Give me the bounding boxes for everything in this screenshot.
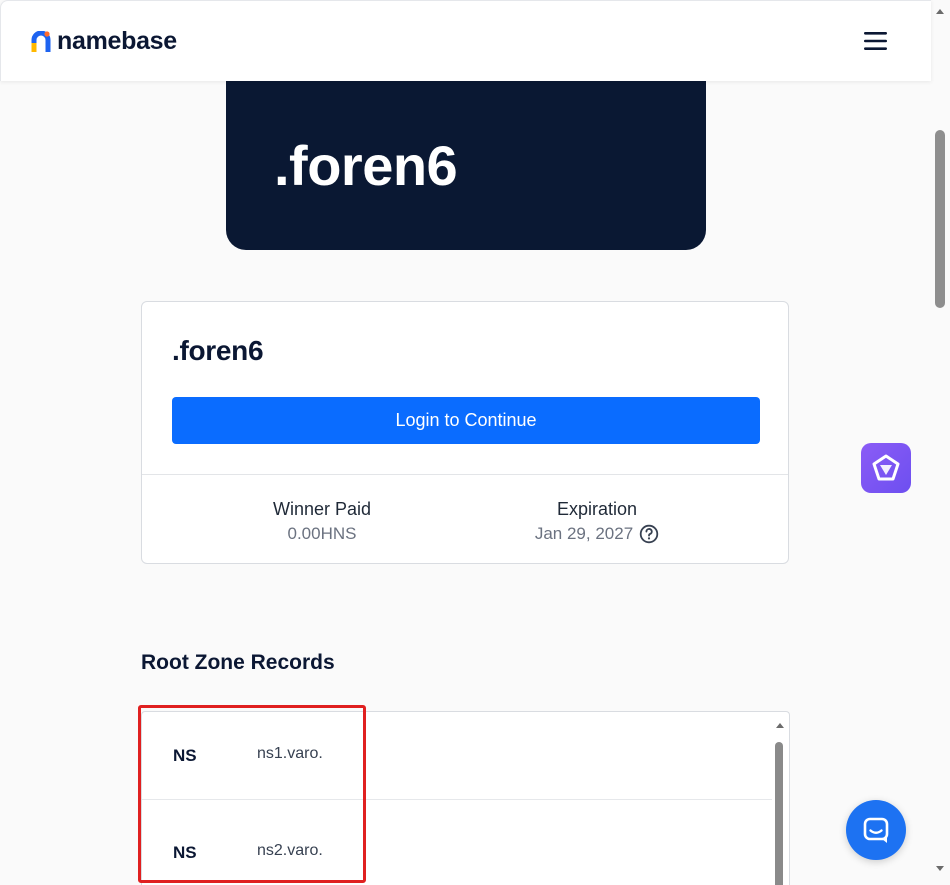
hero-domain-name: .foren6 (274, 134, 458, 197)
highlight-box (138, 705, 366, 883)
domain-card: .foren6 Login to Continue Winner Paid 0.… (141, 301, 789, 564)
login-to-continue-button[interactable]: Login to Continue (172, 397, 760, 444)
expiration-stat: Expiration Jan 29, 2027 (522, 498, 672, 545)
winner-paid-value: 0.00HNS (272, 523, 372, 545)
page-scroll-thumb[interactable] (935, 130, 945, 308)
namebase-logo-icon (31, 30, 51, 53)
records-scroll-thumb[interactable] (775, 742, 783, 885)
root-zone-records-heading: Root Zone Records (141, 651, 335, 674)
top-navigation-bar: namebase (0, 0, 931, 81)
ai-assistant-icon[interactable] (861, 443, 911, 493)
expiration-label: Expiration (556, 499, 638, 519)
card-domain-title: .foren6 (172, 335, 264, 366)
namebase-logo[interactable]: namebase (31, 27, 177, 56)
page-scrollbar[interactable] (930, 0, 950, 885)
records-scrollbar[interactable] (771, 712, 789, 885)
chat-support-icon[interactable] (846, 800, 906, 860)
winner-paid-amount: 0.00HNS (287, 524, 357, 543)
card-divider (142, 474, 788, 475)
domain-hero-banner: .foren6 (226, 80, 706, 250)
hamburger-menu-icon[interactable] (863, 30, 889, 52)
expiration-date: Jan 29, 2027 (534, 524, 634, 543)
page-scroll-down-arrow-icon[interactable] (930, 862, 950, 876)
page-scroll-up-arrow-icon[interactable] (930, 4, 950, 18)
expiration-value: Jan 29, 2027 (522, 523, 672, 545)
scroll-up-arrow-icon[interactable] (771, 718, 789, 732)
winner-paid-stat: Winner Paid 0.00HNS (272, 498, 372, 545)
page: namebase .foren6 .foren6 Login to Contin… (0, 0, 950, 885)
brand-name: namebase (57, 27, 177, 55)
question-circle-icon[interactable] (639, 524, 659, 544)
winner-paid-label: Winner Paid (272, 499, 372, 519)
